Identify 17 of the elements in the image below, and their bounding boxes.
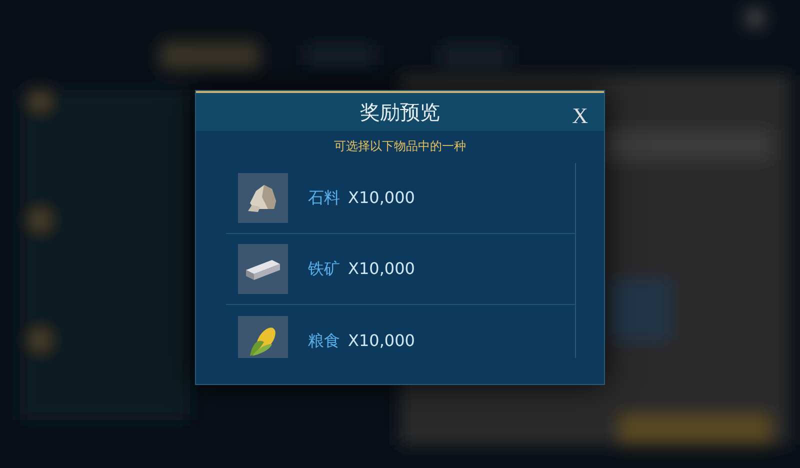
- item-amount: X10,000: [348, 187, 415, 209]
- item-slot[interactable]: [238, 316, 288, 358]
- blurred-dot: [31, 331, 49, 349]
- blurred-tile: [610, 280, 670, 340]
- item-amount: X10,000: [348, 258, 415, 280]
- item-slot[interactable]: [238, 244, 288, 294]
- item-name: 石料: [308, 187, 340, 209]
- close-button[interactable]: X: [572, 99, 588, 132]
- item-slot[interactable]: [238, 173, 288, 223]
- blurred-dot: [745, 8, 765, 28]
- blurred-dot: [31, 211, 49, 229]
- dialog-title: 奖励预览: [360, 99, 440, 126]
- item-name: 铁矿: [308, 258, 340, 280]
- item-amount: X10,000: [348, 330, 415, 352]
- instruction-text: 可选择以下物品中的一种: [334, 138, 466, 155]
- blurred-dot: [31, 91, 49, 109]
- item-name: 粮食: [308, 330, 340, 352]
